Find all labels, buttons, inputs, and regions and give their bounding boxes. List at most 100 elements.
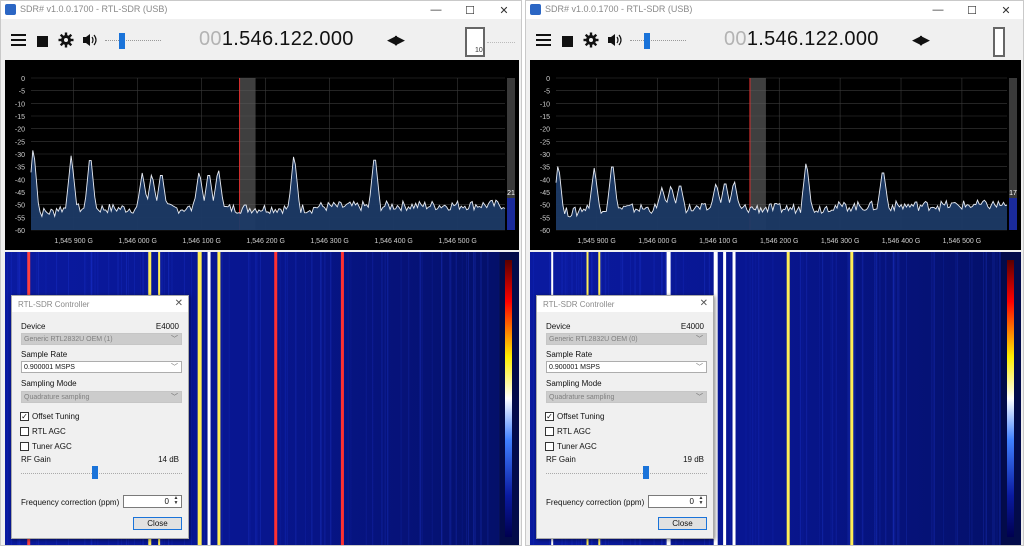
- sdr-app-icon: [530, 4, 541, 15]
- close-button[interactable]: Close: [658, 517, 707, 530]
- y-tick-label: -50: [540, 203, 550, 210]
- offset-tuning-checkbox[interactable]: ✓: [545, 412, 554, 421]
- y-tick-label: 0: [546, 76, 550, 83]
- close-window-button[interactable]: ✕: [487, 1, 521, 19]
- menu-icon[interactable]: [536, 34, 551, 46]
- sdr-window-right: SDR# v1.0.0.1700 - RTL-SDR (USB) — ☐ ✕ 0…: [525, 0, 1024, 546]
- frequency-display[interactable]: 001.546.122.000: [199, 28, 354, 51]
- rf-gain-thumb[interactable]: [643, 466, 649, 479]
- x-tick-label: 1,546 100 G: [182, 238, 221, 245]
- y-tick-label: -40: [15, 177, 25, 184]
- tuner-agc-label: Tuner AGC: [32, 442, 72, 451]
- frequency-lead-digits[interactable]: 00: [724, 28, 747, 50]
- device-select[interactable]: Generic RTL2832U OEM (1) ﹀: [21, 333, 182, 345]
- y-tick-label: -5: [19, 89, 25, 96]
- frequency-correction-input[interactable]: 0 ▲ ▼: [123, 495, 182, 508]
- minimize-button[interactable]: —: [921, 1, 955, 19]
- waterfall-color-scale: [505, 260, 512, 537]
- speaker-icon[interactable]: [82, 32, 98, 48]
- y-tick-label: -5: [544, 89, 550, 96]
- offset-tuning-label: Offset Tuning: [32, 412, 80, 421]
- frequency-digits[interactable]: 1.546.122.000: [222, 28, 354, 50]
- signal-stripe: [786, 252, 790, 545]
- offset-tuning-label: Offset Tuning: [557, 412, 605, 421]
- sample-rate-select[interactable]: 0.900001 MSPS ﹀: [21, 361, 182, 373]
- x-tick-label: 1,545 900 G: [54, 238, 93, 245]
- tuning-arrows-icon[interactable]: ◀▶: [387, 32, 405, 48]
- y-tick-label: -55: [540, 215, 550, 222]
- minimize-button[interactable]: —: [419, 1, 453, 19]
- spectrum-fill: [31, 150, 505, 230]
- toolbar: 001.546.122.000 ◀▶: [526, 20, 1023, 60]
- x-tick-label: 1,546 500 G: [438, 238, 477, 245]
- rtl-sdr-controller-dialog: RTL-SDR Controller ✕ Device E4000 Generic…: [11, 295, 189, 539]
- close-window-button[interactable]: ✕: [989, 1, 1023, 19]
- volume-thumb[interactable]: [644, 33, 650, 49]
- filter-bandwidth[interactable]: [239, 78, 256, 230]
- volume-slider[interactable]: [630, 32, 686, 50]
- x-tick-label: 1,546 500 G: [943, 238, 982, 245]
- signal-stripe: [340, 252, 344, 545]
- rf-gain-value: 14 dB: [158, 455, 179, 464]
- stop-icon[interactable]: [37, 36, 48, 47]
- zoom-slider[interactable]: 10: [465, 27, 515, 59]
- dialog-title: RTL-SDR Controller: [543, 300, 615, 309]
- rf-gain-thumb[interactable]: [92, 466, 98, 479]
- menu-icon[interactable]: [11, 34, 26, 46]
- device-select[interactable]: Generic RTL2832U OEM (0) ﹀: [546, 333, 707, 345]
- y-tick-label: -10: [15, 101, 25, 108]
- dialog-close-icon[interactable]: ✕: [175, 298, 183, 309]
- stop-icon[interactable]: [562, 36, 573, 47]
- speaker-icon[interactable]: [607, 32, 623, 48]
- sample-rate-select[interactable]: 0.900001 MSPS ﹀: [546, 361, 707, 373]
- sample-rate-label: Sample Rate: [546, 350, 593, 359]
- frequency-display[interactable]: 001.546.122.000: [724, 28, 879, 51]
- gear-icon[interactable]: [58, 32, 74, 48]
- sampling-mode-label: Sampling Mode: [21, 379, 77, 388]
- y-tick-label: -25: [15, 139, 25, 146]
- offset-tuning-checkbox[interactable]: ✓: [20, 412, 29, 421]
- close-button[interactable]: Close: [133, 517, 182, 530]
- y-tick-label: -10: [540, 101, 550, 108]
- dialog-close-icon[interactable]: ✕: [700, 298, 708, 309]
- signal-stripe: [217, 252, 221, 545]
- maximize-button[interactable]: ☐: [955, 1, 989, 19]
- snr-meter-fill: [1009, 198, 1017, 230]
- y-tick-label: -25: [540, 139, 550, 146]
- tuner-agc-checkbox[interactable]: [20, 442, 29, 451]
- rf-gain-slider[interactable]: [21, 473, 182, 475]
- title-bar: SDR# v1.0.0.1700 - RTL-SDR (USB) — ☐ ✕: [1, 1, 521, 19]
- rtl-sdr-controller-dialog: RTL-SDR Controller ✕ Device E4000 Generic…: [536, 295, 714, 539]
- sampling-mode-select[interactable]: Quadrature sampling ﹀: [21, 391, 182, 403]
- tuner-agc-checkbox[interactable]: [545, 442, 554, 451]
- frequency-correction-label: Frequency correction (ppm): [21, 498, 120, 507]
- x-tick-label: 1,546 400 G: [374, 238, 413, 245]
- y-tick-label: -60: [540, 228, 550, 235]
- volume-thumb[interactable]: [119, 33, 125, 49]
- zoom-slider[interactable]: [993, 27, 1017, 59]
- y-tick-label: 0: [21, 76, 25, 83]
- rtl-agc-checkbox[interactable]: [20, 427, 29, 436]
- y-tick-label: -35: [540, 165, 550, 172]
- rtl-agc-checkbox[interactable]: [545, 427, 554, 436]
- maximize-button[interactable]: ☐: [453, 1, 487, 19]
- rf-gain-slider[interactable]: [546, 473, 707, 475]
- y-tick-label: -20: [15, 127, 25, 134]
- spectrum-analyzer[interactable]: 0 -5 -10 -15 -20 -25 -30 -35 -40 -45 -50 -55 -60 1,54…: [5, 60, 519, 250]
- frequency-correction-label: Frequency correction (ppm): [546, 498, 645, 507]
- gear-icon[interactable]: [583, 32, 599, 48]
- y-tick-label: -35: [15, 165, 25, 172]
- x-tick-label: 1,546 200 G: [760, 238, 799, 245]
- signal-stripe: [197, 252, 202, 545]
- y-tick-label: -15: [15, 114, 25, 121]
- tuning-arrows-icon[interactable]: ◀▶: [912, 32, 930, 48]
- volume-slider[interactable]: [105, 32, 161, 50]
- frequency-correction-input[interactable]: 0 ▲ ▼: [648, 495, 707, 508]
- frequency-lead-digits[interactable]: 00: [199, 28, 222, 50]
- sampling-mode-select[interactable]: Quadrature sampling ﹀: [546, 391, 707, 403]
- waterfall-color-scale: [1007, 260, 1014, 537]
- spectrum-analyzer[interactable]: 0 -5 -10 -15 -20 -25 -30 -35 -40 -45 -50 -55 -60 1,54…: [530, 60, 1021, 250]
- frequency-digits[interactable]: 1.546.122.000: [747, 28, 879, 50]
- rtl-agc-label: RTL AGC: [32, 427, 66, 436]
- y-tick-label: -20: [540, 127, 550, 134]
